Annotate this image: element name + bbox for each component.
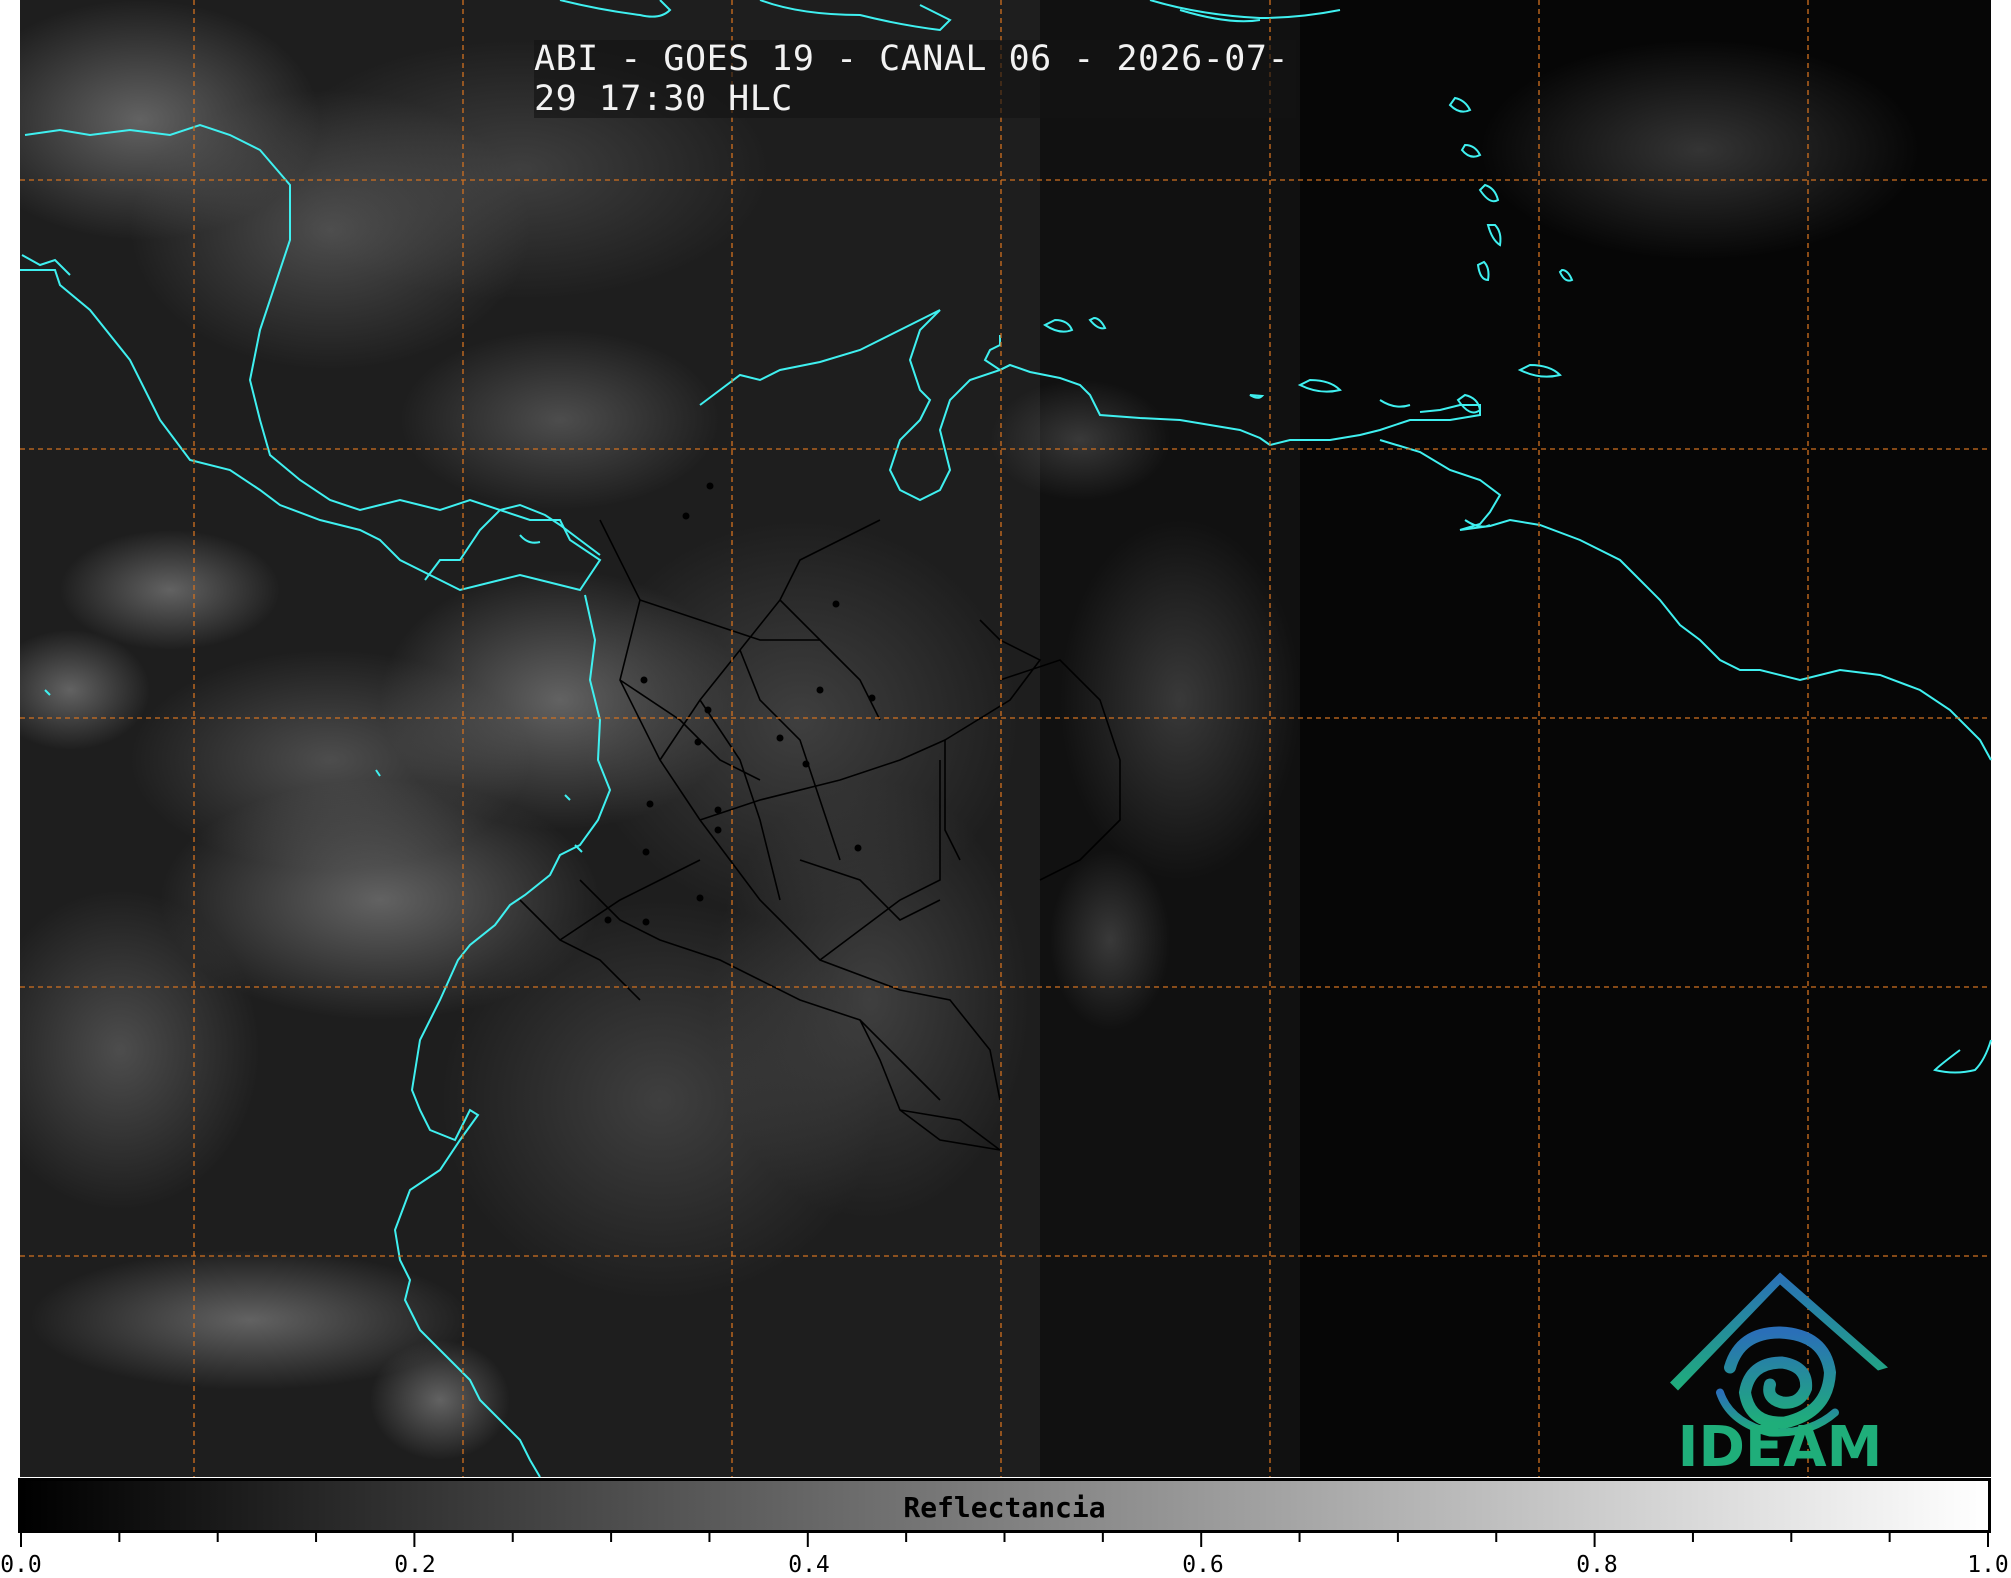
colorbar-tick-label: 0.0 [0,1552,42,1578]
colorbar-tick-label: 0.2 [394,1552,436,1578]
colorbar-tick-label: 0.8 [1576,1552,1618,1578]
satellite-image-page: ABI - GOES 19 - CANAL 06 - 2026-07-29 17… [0,0,2011,1578]
colorbar-label: Reflectancia [903,1491,1106,1524]
colorbar-tick-label: 1.0 [1967,1552,2009,1578]
colorbar-tick-label: 0.6 [1182,1552,1224,1578]
ideam-logo-text: IDEAM [1677,1415,1883,1480]
image-title: ABI - GOES 19 - CANAL 06 - 2026-07-29 17… [534,39,1296,119]
colorbar: Reflectancia [18,1478,1991,1533]
colorbar-ticks [20,1533,1989,1547]
colorbar-tick-label: 0.4 [788,1552,830,1578]
